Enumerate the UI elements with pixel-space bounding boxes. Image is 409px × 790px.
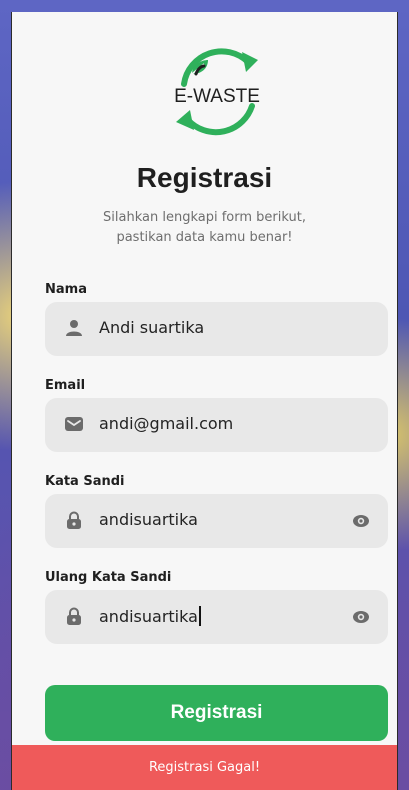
text-cursor: [198, 606, 201, 626]
password-label: Kata Sandi: [45, 474, 125, 489]
confirm-password-label: Ulang Kata Sandi: [45, 570, 172, 585]
confirm-password-field[interactable]: andisuartika: [45, 590, 388, 644]
registration-card: E-WASTE Registrasi Silahkan lengkapi for…: [11, 12, 398, 790]
confirm-password-input[interactable]: andisuartika: [99, 606, 201, 626]
name-field[interactable]: Andi suartika: [45, 302, 388, 356]
mail-icon: [65, 417, 83, 431]
eye-icon[interactable]: [352, 608, 370, 626]
name-input[interactable]: Andi suartika: [99, 318, 204, 337]
password-input[interactable]: andisuartika: [99, 510, 198, 529]
user-icon: [66, 320, 82, 336]
page-title: Registrasi: [136, 162, 273, 193]
page-subtitle: Silahkan lengkapi form berikut, pastikan…: [72, 208, 337, 248]
lock-icon: [67, 511, 81, 529]
eye-icon[interactable]: [352, 512, 370, 530]
email-field[interactable]: andi@gmail.com: [45, 398, 388, 452]
error-toast: Registrasi Gagal!: [12, 745, 397, 790]
email-input[interactable]: andi@gmail.com: [99, 414, 233, 433]
register-button[interactable]: Registrasi: [45, 685, 388, 741]
lock-icon: [67, 607, 81, 625]
ewaste-logo: E-WASTE: [162, 34, 272, 144]
recycle-logo-icon: E-WASTE: [174, 48, 260, 136]
subtitle-line-2: pastikan data kamu benar!: [116, 230, 293, 245]
name-label: Nama: [45, 282, 87, 297]
password-field[interactable]: andisuartika: [45, 494, 388, 548]
logo-text: E-WASTE: [174, 86, 260, 107]
email-label: Email: [45, 378, 86, 393]
subtitle-line-1: Silahkan lengkapi form berikut,: [103, 210, 306, 225]
confirm-password-text: andisuartika: [99, 607, 198, 626]
